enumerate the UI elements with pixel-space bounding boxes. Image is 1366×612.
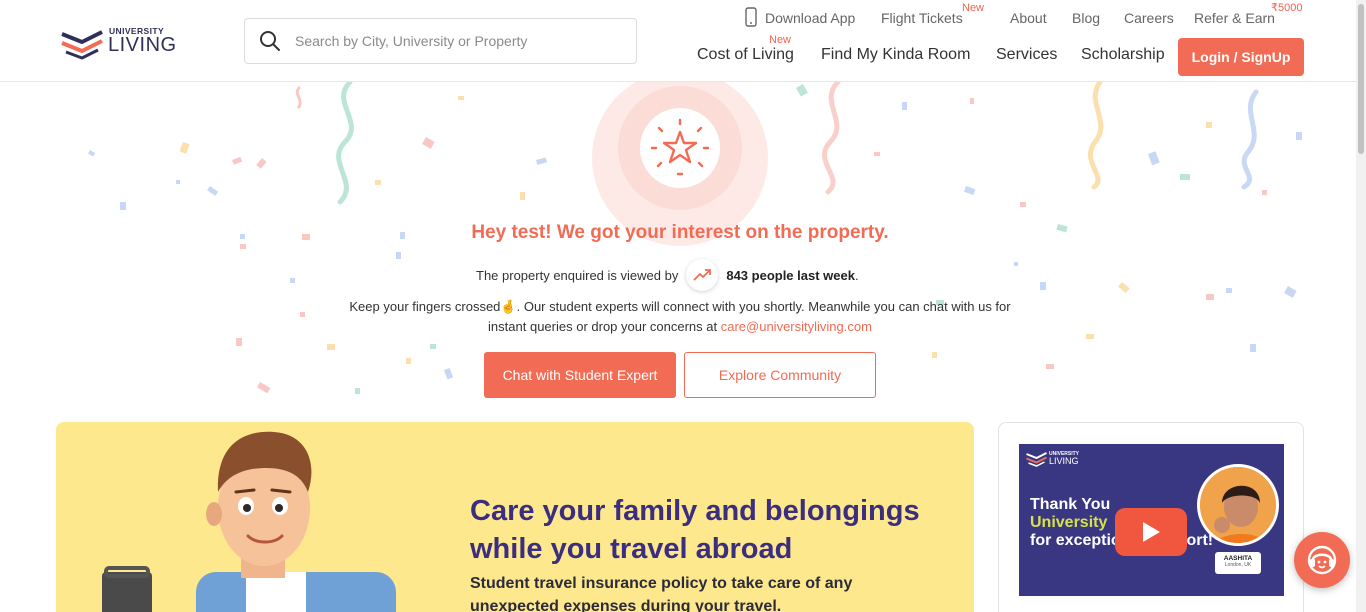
promo-subtitle: Student travel insurance policy to take … <box>470 575 853 612</box>
video-line-2: University <box>1030 514 1108 531</box>
page-scrollbar[interactable] <box>1356 0 1366 612</box>
video-line-1: Thank You <box>1030 496 1111 513</box>
login-signup-button[interactable]: Login / SignUp <box>1178 38 1304 76</box>
video-logo-big: LIVING <box>1049 456 1079 466</box>
refer-earn-link[interactable]: Refer & Earn <box>1194 10 1275 26</box>
testimonial-avatar <box>1197 464 1279 546</box>
careers-link[interactable]: Careers <box>1124 10 1174 26</box>
site-logo[interactable]: UNIVERSITY LIVING <box>60 24 190 60</box>
testimonial-video-card: UNIVERSITY LIVING Thank You University f… <box>998 422 1304 612</box>
mobile-phone-icon <box>745 7 757 27</box>
play-button[interactable] <box>1115 508 1187 556</box>
play-icon <box>1143 522 1160 542</box>
flight-tickets-link[interactable]: Flight Tickets <box>881 10 963 26</box>
flight-new-badge: New <box>962 2 985 14</box>
video-thumbnail[interactable]: UNIVERSITY LIVING Thank You University f… <box>1019 444 1284 596</box>
search-icon <box>260 31 280 51</box>
travel-insurance-banner[interactable]: Care your family and belongings while yo… <box>56 422 974 612</box>
refer-amount-badge: ₹5000 <box>1271 2 1303 14</box>
views-prefix: The property enquired is viewed by <box>476 267 679 283</box>
headset-support-icon <box>1307 545 1337 575</box>
nav-find-my-kinda-room[interactable]: Find My Kinda Room <box>821 46 970 64</box>
star-burst-icon <box>592 70 768 246</box>
trending-up-icon <box>686 259 719 291</box>
fingers-crossed-emoji: 🤞 <box>500 299 517 314</box>
search-bar[interactable] <box>244 18 637 64</box>
search-input[interactable] <box>295 33 615 49</box>
download-app-link[interactable]: Download App <box>765 10 855 26</box>
views-info: The property enquired is viewed by 843 p… <box>476 259 859 291</box>
confirmation-message: Keep your fingers crossed🤞. Our student … <box>340 297 1020 337</box>
cost-new-badge: New <box>769 34 792 46</box>
about-link[interactable]: About <box>1010 10 1047 26</box>
blog-link[interactable]: Blog <box>1072 10 1100 26</box>
nav-services[interactable]: Services <box>996 46 1057 64</box>
nav-cost-of-living[interactable]: Cost of Living <box>697 46 794 64</box>
testimonial-name: AASHITA <box>1223 555 1253 562</box>
message-part1: Keep your fingers crossed <box>349 299 501 314</box>
testimonial-nametag: AASHITA London, UK <box>1215 552 1261 574</box>
page: UNIVERSITY LIVING Download App Flight Ti… <box>0 0 1366 612</box>
chat-with-expert-button[interactable]: Chat with Student Expert <box>484 352 676 398</box>
success-badge <box>592 70 768 246</box>
support-email-link[interactable]: care@universityliving.com <box>721 319 872 334</box>
confirmation-heading: Hey test! We got your interest on the pr… <box>471 222 889 243</box>
views-suffix: . <box>854 267 859 283</box>
student-traveler-illustration <box>102 431 396 612</box>
testimonial-location: London, UK <box>1224 562 1252 568</box>
views-count: 843 people last week <box>726 267 855 283</box>
promo-title: Care your family and belongings while yo… <box>470 495 920 565</box>
site-header: UNIVERSITY LIVING Download App Flight Ti… <box>0 0 1356 82</box>
nav-scholarship[interactable]: Scholarship <box>1081 46 1165 64</box>
logo-chevrons-icon <box>61 30 103 60</box>
scrollbar-thumb[interactable] <box>1358 4 1364 154</box>
support-chat-button[interactable] <box>1294 532 1350 588</box>
logo-text-big: LIVING <box>108 34 177 56</box>
explore-community-button[interactable]: Explore Community <box>684 352 876 398</box>
video-logo-icon <box>1026 452 1047 467</box>
